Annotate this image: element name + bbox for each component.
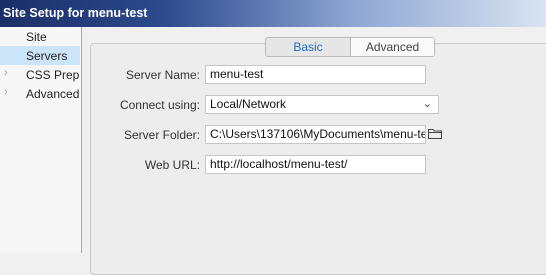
server-name-input[interactable]: menu-test bbox=[205, 65, 426, 84]
sidebar-item-label: Site bbox=[26, 30, 47, 44]
window-title: Site Setup for menu-test bbox=[3, 6, 148, 20]
settings-tab-bar: Basic Advanced bbox=[265, 37, 435, 57]
tab-advanced[interactable]: Advanced bbox=[351, 38, 434, 56]
server-folder-label: Server Folder: bbox=[123, 128, 200, 142]
server-folder-input[interactable]: C:\Users\137106\MyDocuments\menu-test bbox=[205, 125, 426, 144]
tab-basic[interactable]: Basic bbox=[266, 38, 351, 56]
title-bar: Site Setup for menu-test bbox=[0, 0, 546, 27]
connect-using-label: Connect using: bbox=[119, 98, 200, 112]
sidebar-item-site[interactable]: Site bbox=[0, 27, 80, 46]
sidebar-item-servers[interactable]: Servers bbox=[0, 46, 80, 65]
web-url-input[interactable]: http://localhost/menu-test/ bbox=[205, 155, 426, 174]
web-url-label: Web URL: bbox=[144, 158, 200, 172]
connect-using-select[interactable]: Local/Network ⌄ bbox=[205, 95, 439, 114]
sidebar-item-label: Servers bbox=[26, 49, 68, 63]
server-name-label: Server Name: bbox=[125, 68, 200, 82]
folder-icon[interactable] bbox=[428, 128, 442, 139]
chevron-right-icon[interactable]: › bbox=[4, 86, 8, 98]
connect-using-value: Local/Network bbox=[210, 97, 287, 111]
chevron-down-icon[interactable]: ⌄ bbox=[423, 96, 432, 113]
